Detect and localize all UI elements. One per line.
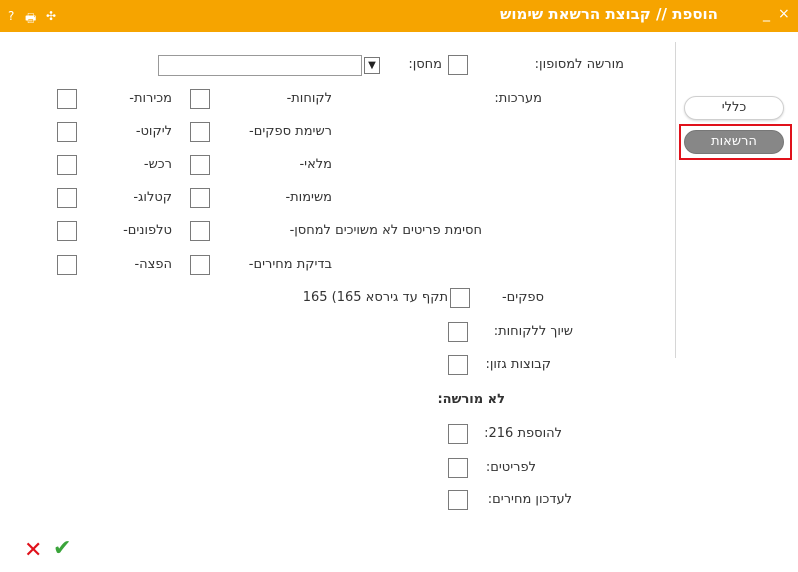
- warehouse-input[interactable]: [158, 55, 362, 76]
- warehouse-label: מחסן:: [408, 57, 442, 72]
- picking-checkbox[interactable]: [57, 122, 77, 142]
- catalog-checkbox[interactable]: [57, 188, 77, 208]
- tab-general[interactable]: כללי: [684, 96, 784, 120]
- tab-permissions[interactable]: הרשאות: [684, 130, 784, 154]
- update-prices-label: לעדכון מחירים:: [487, 492, 572, 507]
- add-216-checkbox[interactable]: [448, 424, 468, 444]
- for-items-label: לפריטים:: [485, 460, 536, 475]
- warehouse-dropdown-button[interactable]: ▼: [364, 57, 380, 74]
- assign-customers-checkbox[interactable]: [448, 322, 468, 342]
- assign-customers-label: שיוך ללקוחות:: [493, 324, 573, 339]
- help-icon[interactable]: ?: [8, 9, 14, 23]
- minimize-button[interactable]: _: [763, 6, 770, 22]
- confirm-icon[interactable]: ✔: [53, 536, 71, 561]
- tasks-label: משימות-: [285, 190, 332, 205]
- price-check-checkbox[interactable]: [190, 255, 210, 275]
- block-items-label: חסימת פריטים לא משויכים למחסן-: [289, 223, 482, 238]
- sales-label: מכירות-: [129, 91, 172, 106]
- add-216-label: להוספת 216:: [484, 426, 562, 441]
- price-check-label: בדיקת מחירים-: [248, 257, 332, 272]
- suppliers-list-checkbox[interactable]: [190, 122, 210, 142]
- suppliers-list-label: רשימת ספקים-: [249, 124, 332, 139]
- phones-checkbox[interactable]: [57, 221, 77, 241]
- distribution-checkbox[interactable]: [57, 255, 77, 275]
- picking-label: ליקוט-: [135, 124, 172, 139]
- close-button[interactable]: ×: [778, 6, 790, 22]
- title-bar: ? 🖶 ✣ הוספת // קבוצת הרשאת שימוש _ ×: [0, 0, 798, 32]
- distribution-label: הפצה-: [134, 257, 172, 272]
- cut-groups-label: קבוצות גזון:: [485, 357, 551, 372]
- allowed-terminal-label: מורשה למסופון:: [534, 57, 624, 72]
- suppliers-note: 165 (תקף עד גירסא 165: [302, 290, 448, 305]
- sales-checkbox[interactable]: [57, 89, 77, 109]
- update-prices-checkbox[interactable]: [448, 490, 468, 510]
- inventory-label: מלאי-: [299, 157, 332, 172]
- print-icon[interactable]: 🖶: [25, 9, 36, 30]
- phones-label: טלפונים-: [123, 223, 172, 238]
- suppliers-label: ספקים-: [501, 290, 544, 305]
- systems-label: מערכות:: [494, 91, 542, 106]
- cut-groups-checkbox[interactable]: [448, 355, 468, 375]
- customers-label: לקוחות-: [286, 91, 332, 106]
- allowed-terminal-checkbox[interactable]: [448, 55, 468, 75]
- inventory-checkbox[interactable]: [190, 155, 210, 175]
- block-items-checkbox[interactable]: [190, 221, 210, 241]
- sidebar-divider: [675, 42, 676, 358]
- tasks-checkbox[interactable]: [190, 188, 210, 208]
- suppliers-checkbox[interactable]: [450, 288, 470, 308]
- for-items-checkbox[interactable]: [448, 458, 468, 478]
- window-title: הוספת // קבוצת הרשאת שימוש: [499, 5, 718, 23]
- customers-checkbox[interactable]: [190, 89, 210, 109]
- purchase-label: רכש-: [143, 157, 172, 172]
- catalog-label: קטלוג-: [133, 190, 172, 205]
- not-allowed-heading: לא מורשה:: [437, 392, 505, 407]
- move-icon[interactable]: ✣: [46, 9, 56, 23]
- cancel-icon[interactable]: ✕: [24, 538, 42, 563]
- purchase-checkbox[interactable]: [57, 155, 77, 175]
